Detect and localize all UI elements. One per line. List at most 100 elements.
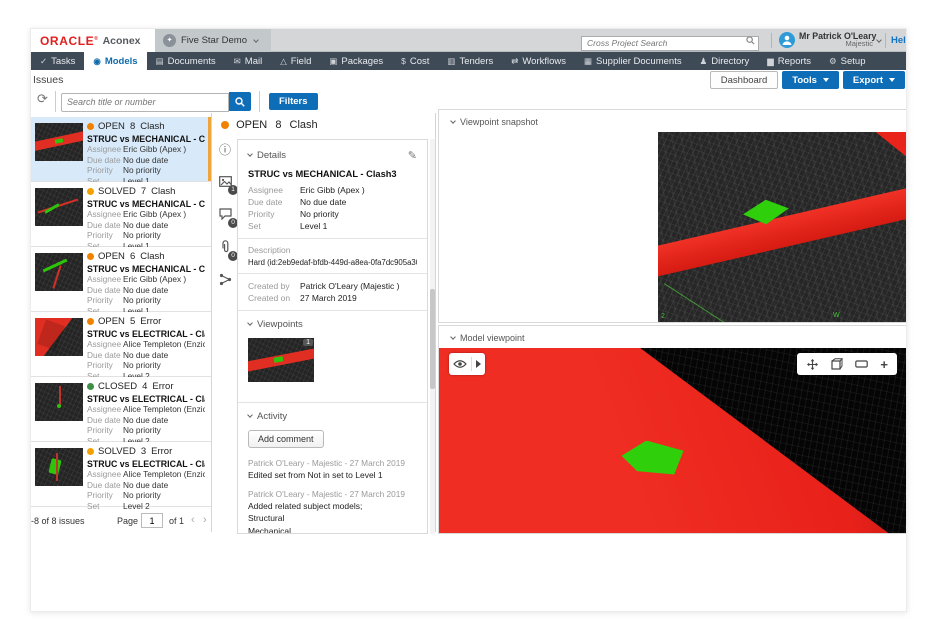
viewer-visibility-toolbar xyxy=(449,353,485,375)
tab-models[interactable]: ◉Models xyxy=(84,52,146,70)
page-input[interactable] xyxy=(141,513,163,528)
tab-documents[interactable]: ▤Documents xyxy=(147,52,225,70)
field-label: Priority xyxy=(87,425,123,436)
issue-field-row: PriorityNo priority xyxy=(87,425,205,436)
issue-status: OPEN xyxy=(98,316,125,327)
issue-field-row: AssigneeEric Gibb (Apex ) xyxy=(87,209,205,220)
tab-cost[interactable]: $Cost xyxy=(392,52,438,70)
issue-status: SOLVED xyxy=(98,446,136,457)
next-page-button[interactable]: › xyxy=(203,514,207,526)
tab-supplier-documents[interactable]: ▦ Supplier Documents xyxy=(575,52,691,70)
due_date-value: No due date xyxy=(123,220,168,231)
prev-page-button[interactable]: ‹ xyxy=(191,514,195,526)
tab-tenders[interactable]: ▥Tenders xyxy=(438,52,502,70)
search-button[interactable] xyxy=(229,92,251,111)
detail-scrollbar[interactable] xyxy=(430,139,435,534)
comments-tab[interactable]: 0 xyxy=(217,207,233,223)
status-dot xyxy=(87,253,94,260)
refresh-icon[interactable]: ⟳ xyxy=(37,91,48,107)
issue-list-item[interactable]: CLOSED4ErrorSTRUC vs ELECTRICAL - Clash3… xyxy=(31,377,211,442)
section-box-icon[interactable] xyxy=(831,358,843,370)
created-by-label: Created by xyxy=(248,280,300,292)
tab-label: Setup xyxy=(841,56,866,67)
supplier-icon: ▦ xyxy=(584,56,592,67)
due_date-value: No due date xyxy=(123,480,168,491)
issue-field-row: Due dateNo due date xyxy=(87,480,205,491)
scrollbar-thumb[interactable] xyxy=(430,289,435,389)
divider xyxy=(435,113,436,532)
issue-type: Error xyxy=(140,316,161,327)
pan-icon[interactable] xyxy=(806,358,819,371)
divider xyxy=(238,310,427,311)
field-label: Assignee xyxy=(87,209,123,220)
set-value: Level 2 xyxy=(123,501,150,512)
project-name: Five Star Demo xyxy=(181,35,247,46)
eye-icon[interactable] xyxy=(453,359,467,369)
field-label: Due date xyxy=(87,415,123,426)
issue-list-item[interactable]: OPEN8ClashSTRUC vs MECHANICAL - Clash3As… xyxy=(31,117,211,182)
issue-list-item[interactable]: SOLVED3ErrorSTRUC vs ELECTRICAL - Clash2… xyxy=(31,442,211,507)
issue-search-input[interactable] xyxy=(61,93,229,112)
model-viewpoint-header[interactable]: Model viewpoint xyxy=(451,333,525,343)
status-dot xyxy=(87,188,94,195)
activity-feed: Patrick O'Leary - Majestic - 27 March 20… xyxy=(248,458,417,534)
cross-project-search-input[interactable] xyxy=(581,36,759,51)
info-tab[interactable]: ⓘ xyxy=(217,141,233,157)
issue-number: 3 xyxy=(141,446,146,457)
field-label: Due date xyxy=(87,285,123,296)
field-label: Assignee xyxy=(87,404,123,415)
viewpoints-section-header[interactable]: Viewpoints xyxy=(248,317,417,331)
issue-field-row: AssigneeEric Gibb (Apex ) xyxy=(87,144,205,155)
issue-summary: OPEN6ClashSTRUC vs MECHANICAL - Clash1As… xyxy=(87,251,205,316)
add-comment-button[interactable]: Add comment xyxy=(248,430,324,448)
filters-button[interactable]: Filters xyxy=(269,93,318,110)
issue-list-item[interactable]: OPEN5ErrorSTRUC vs ELECTRICAL - Clash4As… xyxy=(31,312,211,377)
issue-type: Clash xyxy=(151,186,175,197)
tab-reports[interactable]: ▆Reports xyxy=(758,52,820,70)
edit-pencil-icon[interactable]: ✎ xyxy=(408,149,417,162)
issue-number: 5 xyxy=(130,316,135,327)
due_date-value: No due date xyxy=(123,285,168,296)
attachments-tab[interactable]: 0 xyxy=(217,240,233,256)
user-info[interactable]: Mr Patrick O'Leary Majestic xyxy=(799,32,873,48)
details-section-header[interactable]: Details ✎ xyxy=(248,148,417,162)
issue-status-line: OPEN 5 Error xyxy=(87,316,205,327)
tab-directory[interactable]: ♟Directory xyxy=(691,52,759,70)
assignee-value: Eric Gibb (Apex ) xyxy=(300,184,365,196)
tab-label: Reports xyxy=(778,56,811,67)
tab-tasks[interactable]: ✓Tasks xyxy=(31,52,84,70)
tab-setup[interactable]: ⚙ Setup xyxy=(820,52,874,70)
tools-button[interactable]: Tools xyxy=(782,71,839,89)
clash-red-beam xyxy=(658,182,907,279)
tab-label: Supplier Documents xyxy=(596,56,682,67)
priority-value: No priority xyxy=(123,165,161,176)
issue-field-row: SetLevel 2 xyxy=(87,501,205,512)
related-items-tab[interactable] xyxy=(217,273,233,289)
viewpoint-snapshot-header[interactable]: Viewpoint snapshot xyxy=(451,117,538,127)
issue-list-item[interactable]: SOLVED7ClashSTRUC vs MECHANICAL - Clash2… xyxy=(31,182,211,247)
model-viewport[interactable]: + xyxy=(439,348,907,533)
tab-field[interactable]: △Field xyxy=(271,52,320,70)
issue-title: STRUC vs MECHANICAL - Clash3 xyxy=(248,169,417,179)
tab-workflows[interactable]: ⇄Workflows xyxy=(502,52,575,70)
created-on-value: 27 March 2019 xyxy=(300,292,357,304)
expand-toolbar-icon[interactable] xyxy=(476,360,481,368)
measure-icon[interactable] xyxy=(855,360,868,368)
help-link[interactable]: Help xyxy=(891,35,907,46)
page-title: Issues xyxy=(33,74,63,86)
setup-icon: ⚙ xyxy=(829,56,837,67)
viewpoint-thumbnail[interactable]: 1 xyxy=(248,338,314,382)
tab-mail[interactable]: ✉Mail xyxy=(225,52,272,70)
user-menu-caret-icon[interactable] xyxy=(876,37,882,43)
viewpoints-tab[interactable]: 1 xyxy=(217,174,233,190)
issue-field-row: PriorityNo priority xyxy=(87,295,205,306)
issue-number: 8 xyxy=(130,121,135,132)
dashboard-button[interactable]: Dashboard xyxy=(710,71,778,89)
zoom-in-icon[interactable]: + xyxy=(880,357,888,372)
activity-section-header[interactable]: Activity xyxy=(248,409,417,423)
project-selector[interactable]: ✦ Five Star Demo xyxy=(155,29,271,52)
activity-entry: Patrick O'Leary - Majestic - 27 March 20… xyxy=(248,489,417,535)
export-button[interactable]: Export xyxy=(843,71,905,89)
tab-packages[interactable]: ▣Packages xyxy=(320,52,392,70)
issue-list-item[interactable]: OPEN6ClashSTRUC vs MECHANICAL - Clash1As… xyxy=(31,247,211,312)
